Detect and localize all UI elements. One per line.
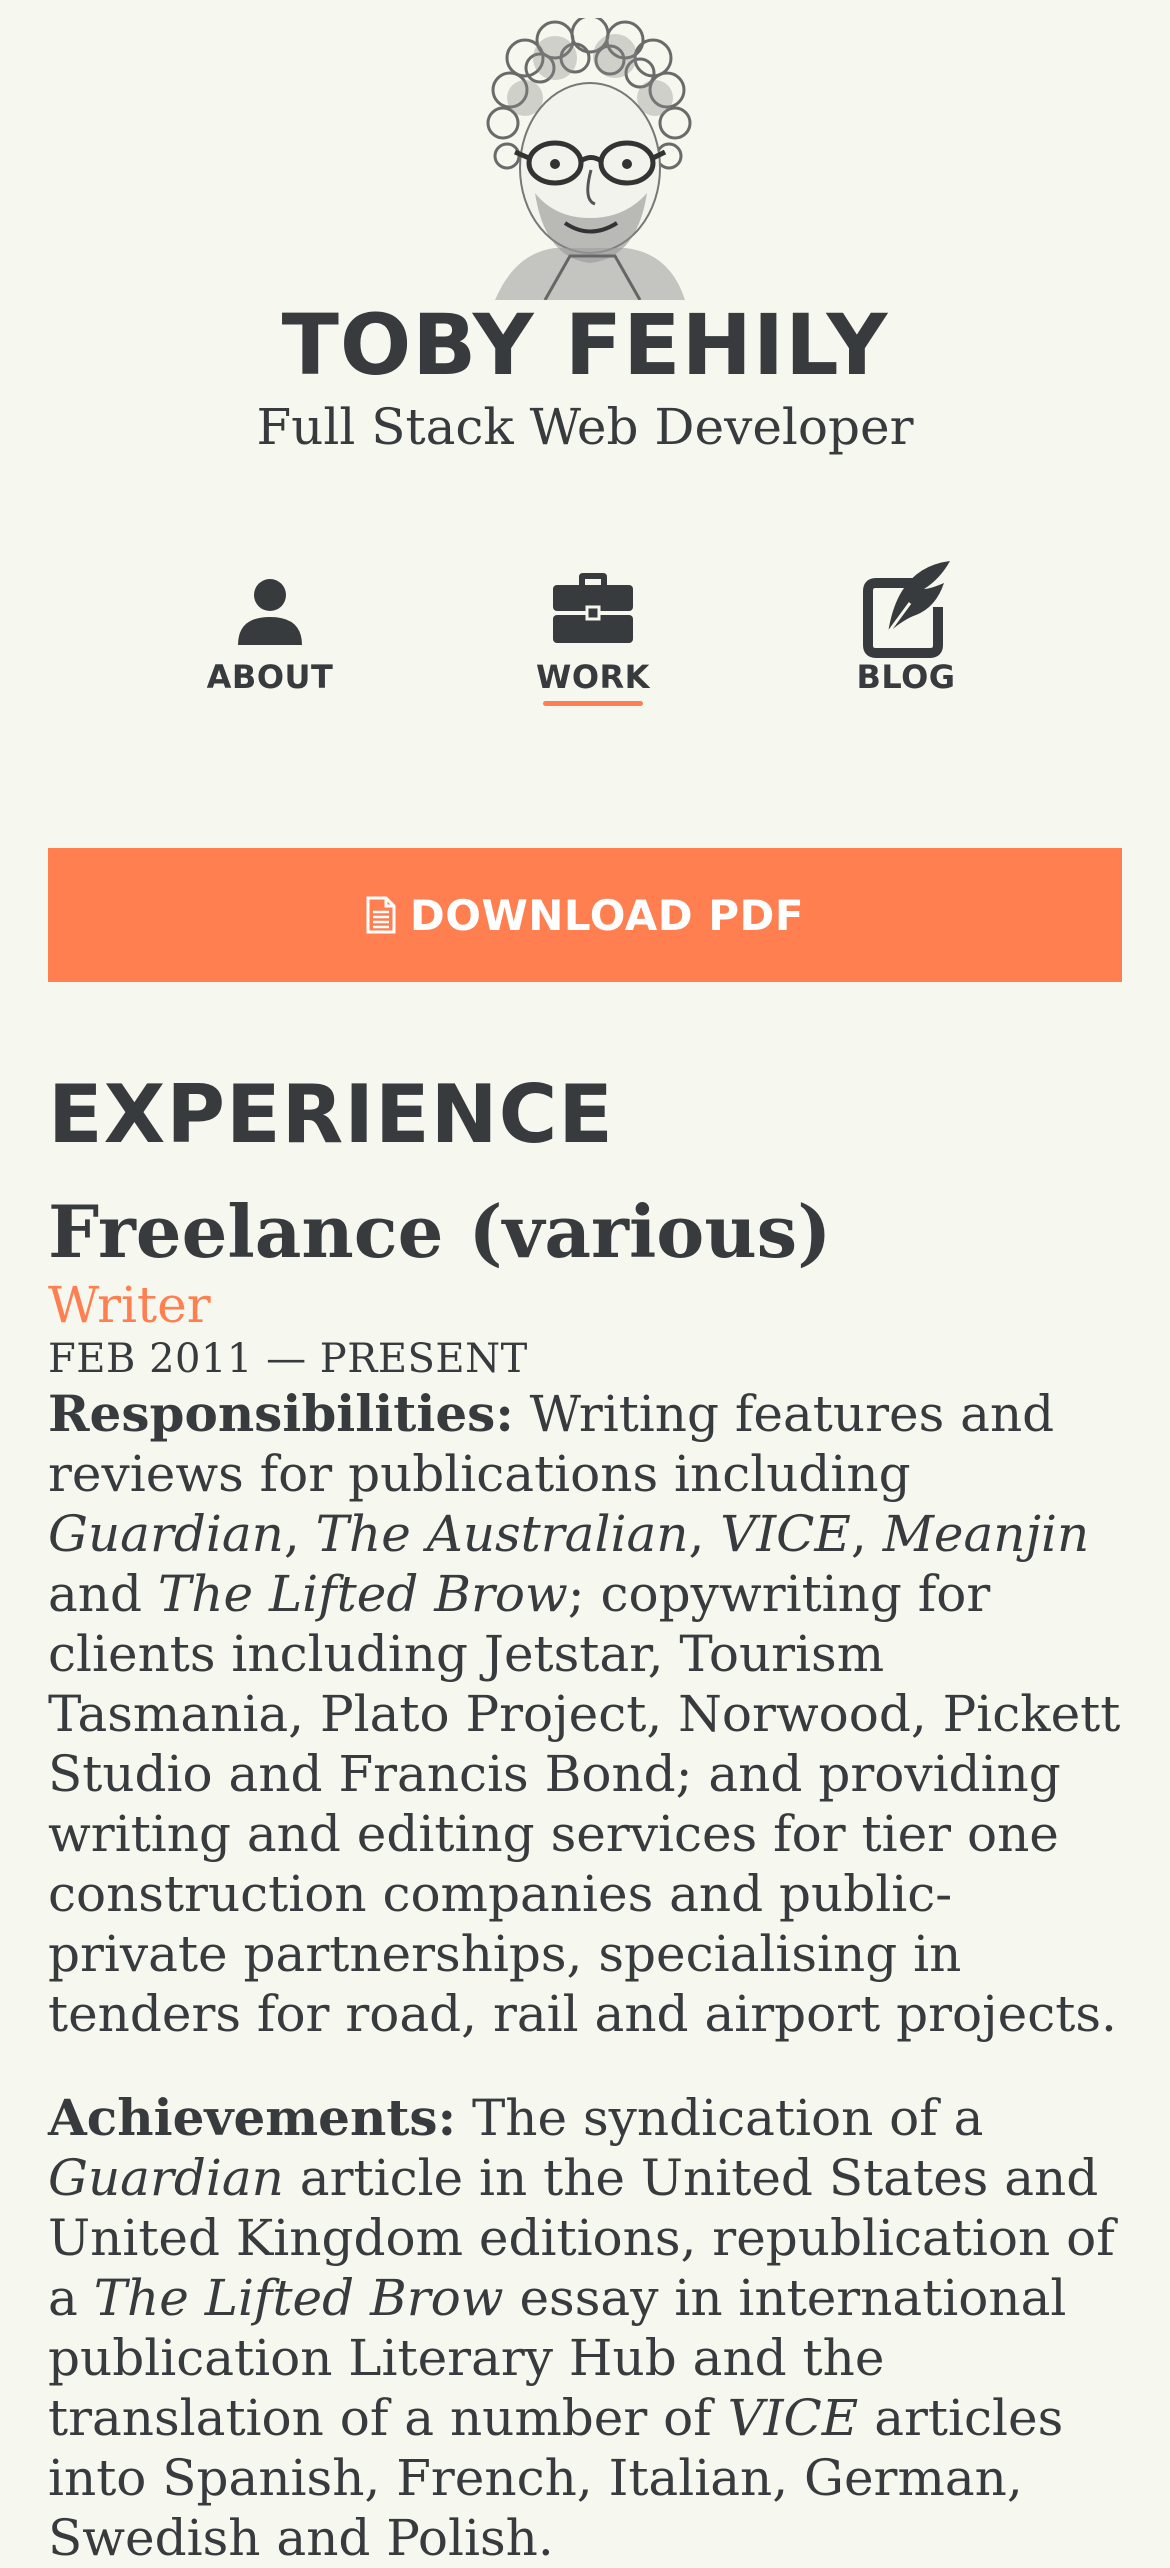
nav-label-about: ABOUT <box>206 658 334 696</box>
nav-label-work: WORK <box>536 658 650 696</box>
publication-name: VICE <box>720 1505 851 1563</box>
active-indicator <box>543 701 643 706</box>
caricature-avatar <box>486 18 692 300</box>
nav-item-about[interactable]: ABOUT <box>170 555 370 715</box>
job-entry: Freelance (various) Writer FEB 2011 — PR… <box>48 1182 1128 2568</box>
nav-label-blog: BLOG <box>856 658 956 696</box>
responsibilities-label: Responsibilities: <box>48 1384 514 1443</box>
text-segment: , <box>688 1505 721 1563</box>
publication-name: The Australian <box>315 1505 689 1563</box>
achievements-label: Achievements: <box>48 2088 457 2147</box>
publication-name: The Lifted Brow <box>157 1565 568 1623</box>
job-dates: FEB 2011 — PRESENT <box>48 1336 528 1382</box>
nav-item-blog[interactable]: BLOG <box>806 555 1006 715</box>
download-pdf-button[interactable]: DOWNLOAD PDF <box>48 848 1122 982</box>
achievements-paragraph: Achievements: The syndication of a Guard… <box>48 2088 1128 2568</box>
profile-name: TOBY FEHILY <box>281 296 889 394</box>
text-segment: and <box>48 1565 158 1623</box>
briefcase-icon <box>553 573 633 643</box>
job-role: Writer <box>48 1276 211 1334</box>
main-nav: ABOUT WORK BLOG <box>0 555 1170 715</box>
profile-subtitle: Full Stack Web Developer <box>256 398 914 456</box>
company-name: Freelance (various) <box>48 1189 832 1274</box>
publication-name: VICE <box>727 2389 859 2447</box>
text-segment: , <box>850 1505 883 1563</box>
publication-name: Meanjin <box>882 1505 1090 1563</box>
text-segment: The syndication of a <box>456 2089 984 2147</box>
text-segment: ; copywriting for clients including Jets… <box>48 1565 1121 2043</box>
text-segment: , <box>283 1505 316 1563</box>
publication-name: Guardian <box>48 1505 284 1563</box>
publication-name: The Lifted Brow <box>93 2269 504 2327</box>
experience-heading: EXPERIENCE <box>48 1068 614 1161</box>
user-icon <box>238 579 302 645</box>
nav-item-work[interactable]: WORK <box>493 555 693 715</box>
edit-quill-icon <box>863 561 950 658</box>
responsibilities-paragraph: Responsibilities: Writing features and r… <box>48 1384 1128 2044</box>
download-pdf-label: DOWNLOAD PDF <box>409 890 805 940</box>
document-icon <box>366 896 396 934</box>
publication-name: Guardian <box>48 2149 284 2207</box>
